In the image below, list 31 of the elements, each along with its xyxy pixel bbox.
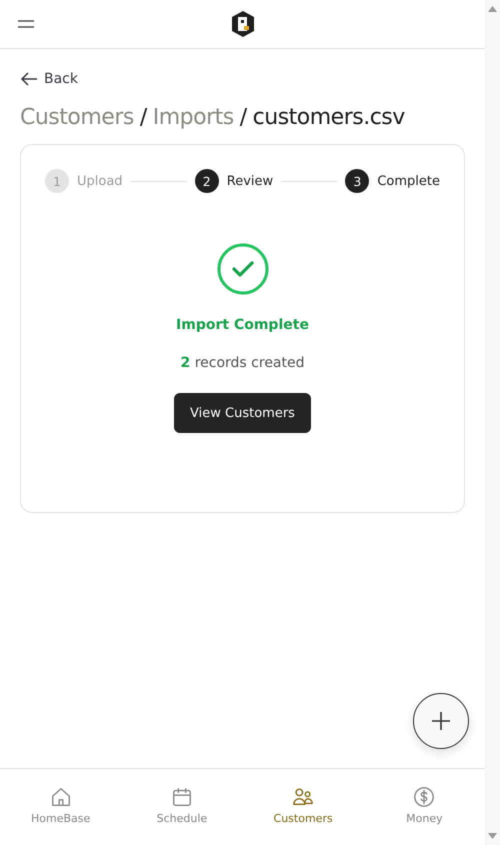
step-number: 1 <box>45 169 69 193</box>
add-button[interactable] <box>413 693 469 749</box>
step-label: Complete <box>377 174 440 188</box>
step-number: 3 <box>345 169 370 193</box>
nav-tab[interactable]: Money <box>364 769 485 845</box>
step-label: Review <box>226 174 274 188</box>
breadcrumb-item[interactable]: Customers <box>20 105 134 130</box>
status-title: Import Complete <box>176 317 309 333</box>
arrow-left-icon <box>20 71 38 87</box>
check-circle-icon <box>216 243 268 295</box>
step-label: Upload <box>77 174 123 188</box>
back-button[interactable]: Back <box>20 71 78 87</box>
home-icon <box>50 786 72 808</box>
logo-icon <box>230 10 256 38</box>
step-number: 2 <box>194 169 219 193</box>
breadcrumb-item[interactable]: Imports <box>152 105 234 130</box>
records-count: 2 records created <box>180 355 304 371</box>
breadcrumb-separator: / <box>140 105 147 130</box>
scroll-up-icon[interactable] <box>488 6 497 12</box>
nav-tab[interactable]: Schedule <box>121 769 242 845</box>
nav-tab[interactable]: Customers <box>242 769 364 845</box>
view-customers-button[interactable]: View Customers <box>174 393 311 433</box>
breadcrumb-item: customers.csv <box>252 105 405 130</box>
breadcrumb-separator: / <box>240 105 247 130</box>
people-icon <box>292 786 314 808</box>
nav-tab[interactable]: HomeBase <box>0 769 122 845</box>
calendar-icon <box>170 786 193 808</box>
plus-icon <box>431 711 451 731</box>
scroll-down-icon[interactable] <box>488 833 497 839</box>
dollar-icon <box>413 786 436 808</box>
scrollbar[interactable] <box>485 0 500 845</box>
